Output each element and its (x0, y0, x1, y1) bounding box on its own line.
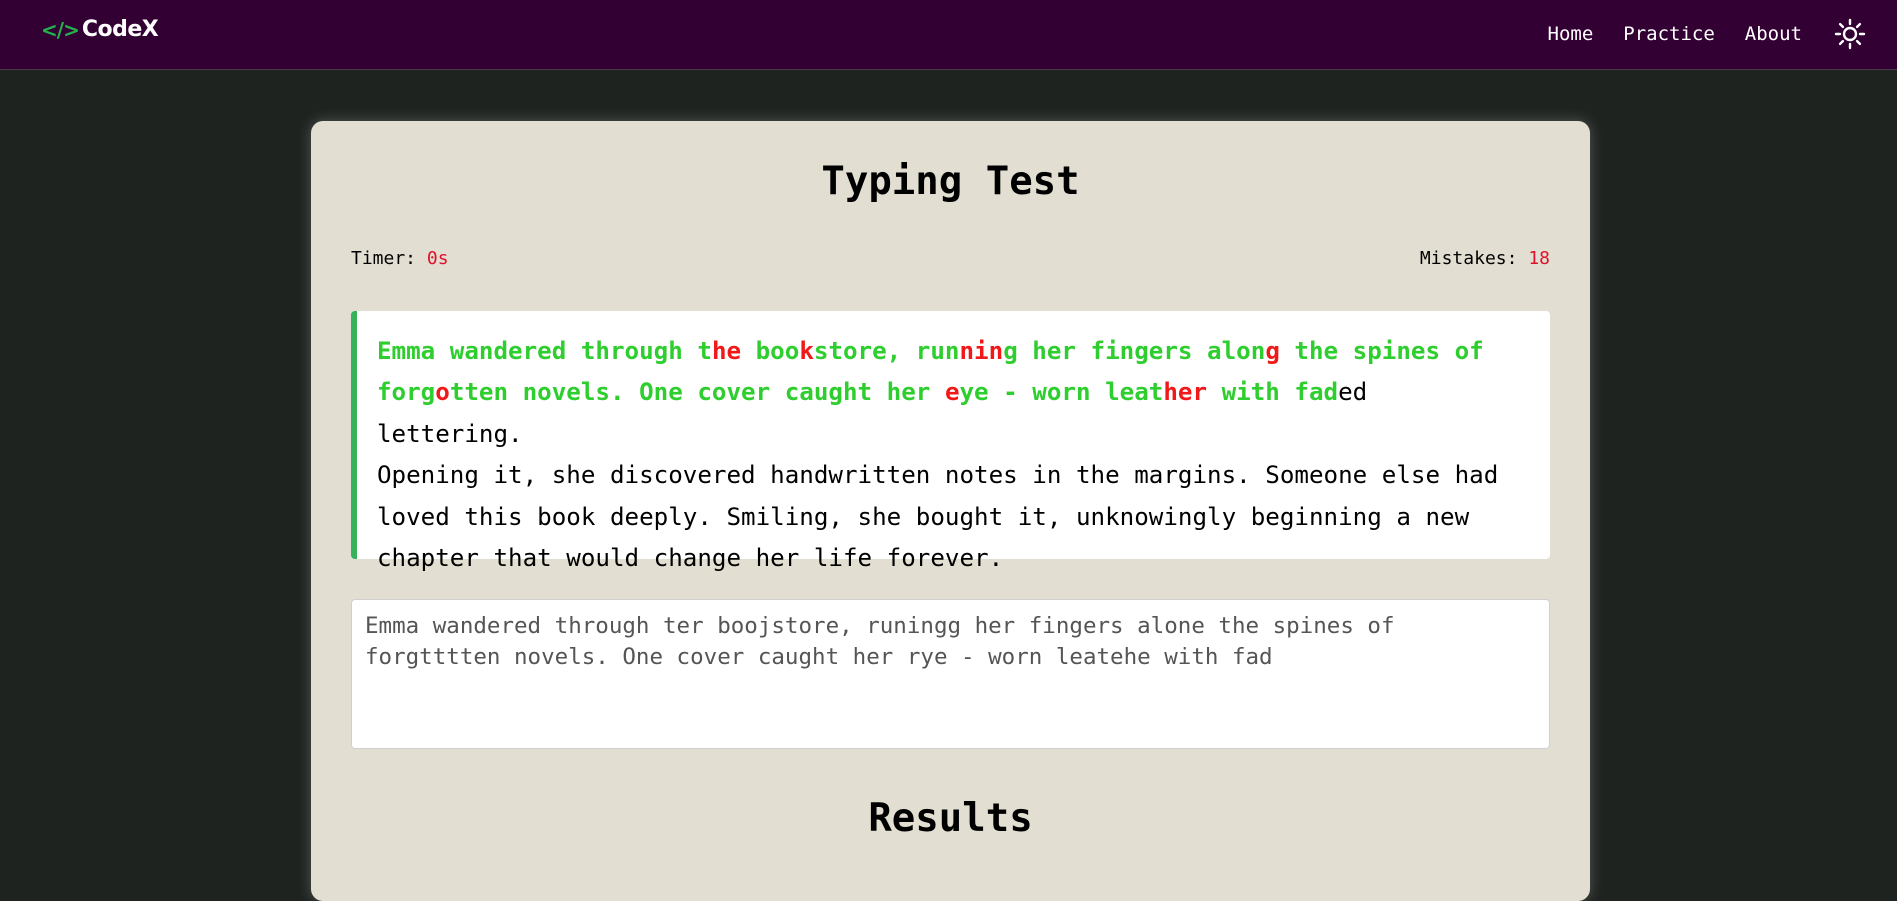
nav-link-home[interactable]: Home (1548, 23, 1594, 45)
quote-segment-correct: boo (741, 337, 800, 365)
typing-test-card: Typing Test Timer: 0s Mistakes: 18 Emma … (311, 121, 1590, 901)
nav-link-practice[interactable]: Practice (1623, 23, 1715, 45)
quote-segment-incorrect: nin (959, 337, 1004, 365)
page-title: Typing Test (821, 159, 1080, 204)
stats-bar: Timer: 0s Mistakes: 18 (351, 248, 1550, 269)
mistakes-value: 18 (1528, 248, 1550, 269)
quote-box: Emma wandered through the bookstore, run… (351, 311, 1550, 572)
nav-link-about[interactable]: About (1745, 23, 1802, 45)
quote-segment-correct: g her fingers alon (1003, 337, 1266, 365)
results-heading: Results (868, 796, 1033, 841)
quote-segment-correct: with fad (1207, 378, 1339, 407)
typing-input[interactable]: Emma wandered through ter boojstore, run… (351, 599, 1550, 749)
timer-label: Timer: (351, 248, 417, 269)
quote-segment-correct: Emma wandered through t (377, 337, 712, 365)
quote-segment-incorrect: k (799, 337, 814, 365)
brand-logo[interactable]: </> CodeX (41, 17, 159, 42)
mistakes-label: Mistakes: (1419, 248, 1518, 269)
quote-segment-pending: ed lettering. Opening it, she discovered… (377, 378, 1499, 573)
nav-links: Home Practice About (1548, 16, 1868, 52)
quote-segment-incorrect: g (1265, 337, 1280, 365)
timer: Timer: 0s (351, 248, 449, 269)
quote-text: Emma wandered through the bookstore, run… (377, 331, 1520, 579)
quote-segment-correct: ye - worn leat (959, 378, 1164, 407)
mistakes: Mistakes: 18 (1420, 248, 1550, 269)
quote-segment-incorrect: her (1163, 378, 1208, 407)
quote-segment-incorrect: e (944, 378, 960, 407)
timer-value: 0s (426, 248, 449, 269)
quote-segment-correct: store, run (813, 337, 960, 365)
quote-segment-incorrect: he (711, 337, 742, 365)
brand-name: CodeX (81, 17, 159, 42)
code-icon: </> (41, 17, 80, 42)
quote-segment-correct: tten novels. One cover caught her (449, 378, 945, 407)
theme-toggle-button[interactable] (1832, 16, 1868, 52)
sun-icon (1834, 18, 1866, 50)
quote-segment-incorrect: o (435, 378, 450, 407)
navbar: </> CodeX Home Practice About (0, 0, 1897, 70)
